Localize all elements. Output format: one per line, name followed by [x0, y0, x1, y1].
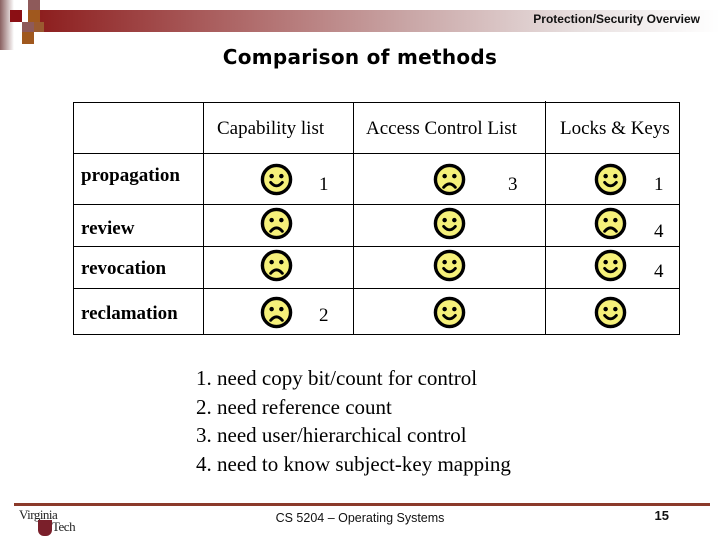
row-label-reclamation: reclamation: [81, 303, 178, 324]
footnote-3: 3. need user/hierarchical control: [196, 423, 467, 447]
section-title: Protection/Security Overview: [533, 12, 700, 26]
cell-note-number: 1: [319, 174, 329, 195]
happy-face-icon: [433, 249, 466, 282]
header-logo-square-5: [22, 32, 34, 44]
sad-face-icon: [260, 296, 293, 329]
sad-face-icon: [433, 163, 466, 196]
header-logo-square-4: [22, 22, 34, 32]
cell-note-number: 4: [654, 261, 664, 282]
slide-title: Comparison of methods: [222, 45, 498, 69]
footnote-2: 2. need reference count: [196, 394, 392, 419]
footnote-4: 4. need to know subject-key mapping: [196, 451, 511, 476]
table-row-divider: [74, 246, 679, 247]
column-header-access-control-list: Access Control List: [366, 118, 517, 139]
table-row-divider: [74, 288, 679, 289]
cell-note-number: 1: [654, 174, 664, 195]
cell-note-number: 2: [319, 305, 329, 326]
happy-face-icon: [433, 207, 466, 240]
happy-face-icon: [594, 296, 627, 329]
header-logo-square-1: [10, 10, 22, 22]
footnotes-list: 1. need copy bit/count for control 2. ne…: [196, 364, 511, 478]
table-col-divider: [353, 103, 354, 334]
table-col-divider: [203, 103, 204, 334]
happy-face-icon: [594, 249, 627, 282]
footer-divider: [14, 503, 710, 506]
row-label-propagation: propagation: [81, 165, 180, 186]
happy-face-icon: [433, 296, 466, 329]
happy-face-icon: [260, 163, 293, 196]
page-number: 15: [654, 508, 669, 523]
header-logo-square-2: [28, 0, 40, 10]
footnote-1: 1. need copy bit/count for control: [196, 366, 478, 390]
header-logo-square-6: [34, 22, 44, 32]
course-name: CS 5204 – Operating Systems: [275, 511, 445, 525]
cell-note-number: 3: [508, 174, 518, 195]
table-col-divider: [545, 101, 546, 334]
cell-note-number: 4: [654, 221, 664, 242]
header-logo-square-3: [28, 10, 40, 22]
happy-face-icon: [594, 163, 627, 196]
row-label-review: review: [81, 218, 135, 239]
table-row-divider: [74, 153, 679, 154]
header-left-fade: [0, 0, 14, 50]
sad-face-icon: [594, 207, 627, 240]
sad-face-icon: [260, 249, 293, 282]
column-header-locks-keys: Locks & Keys: [560, 118, 670, 139]
row-label-revocation: revocation: [81, 258, 167, 279]
sad-face-icon: [260, 207, 293, 240]
table-row-divider: [74, 204, 679, 205]
column-header-capability-list: Capability list: [217, 118, 325, 139]
